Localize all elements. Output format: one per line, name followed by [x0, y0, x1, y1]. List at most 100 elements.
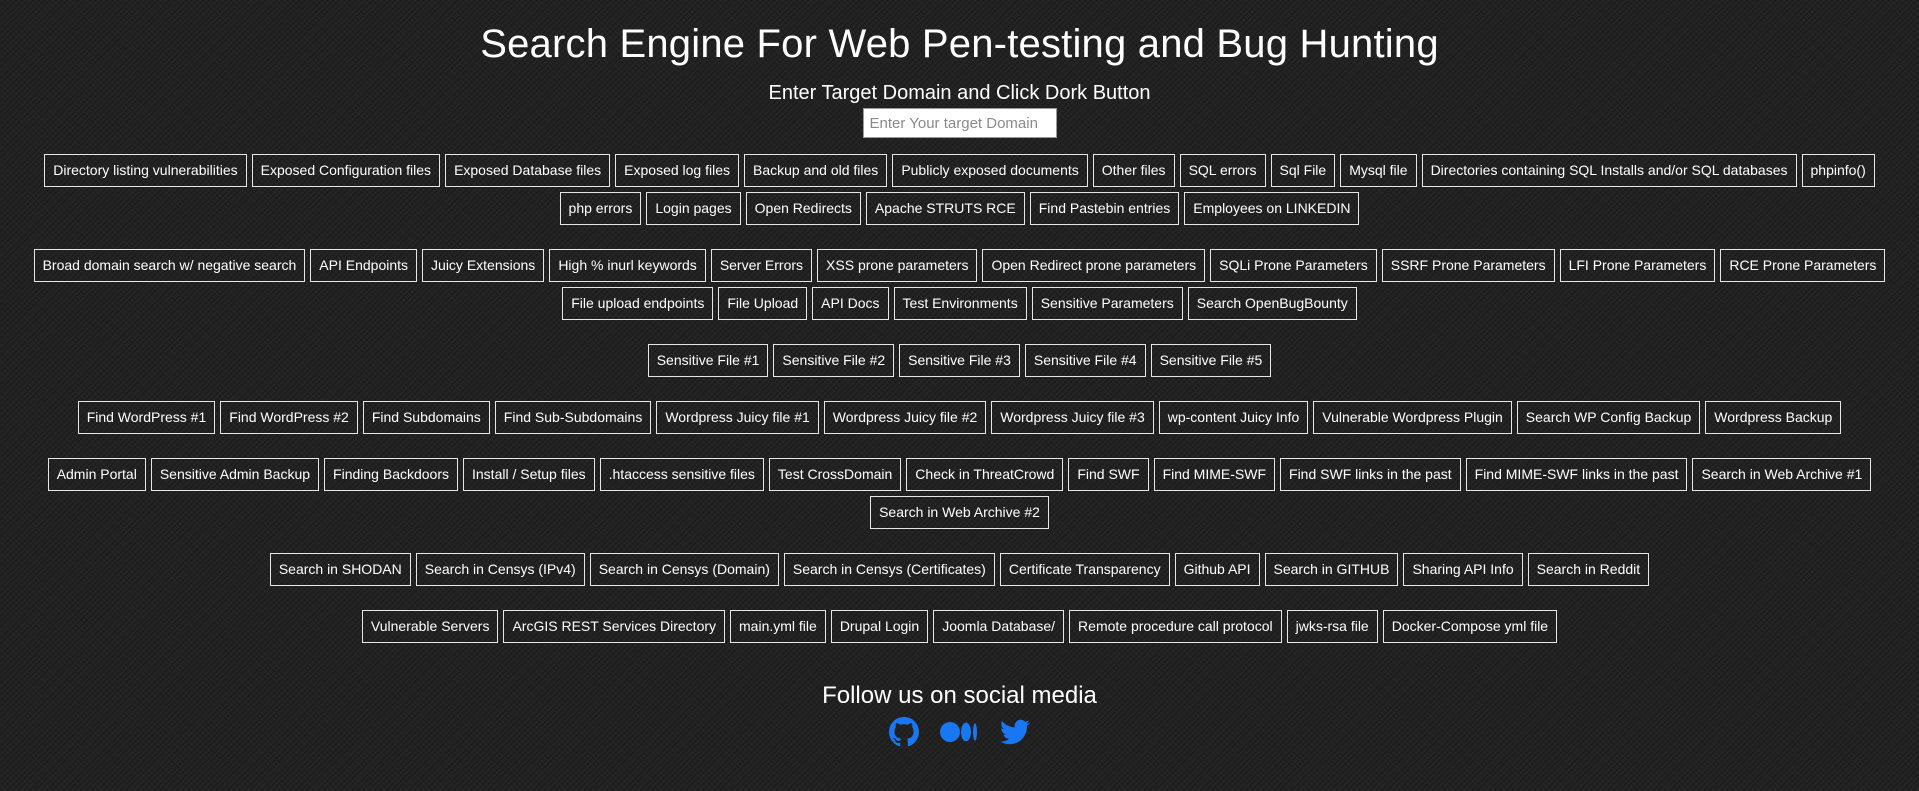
dork-button[interactable]: Sensitive File #1: [647, 344, 769, 377]
dork-button[interactable]: Wordpress Backup: [1705, 401, 1842, 434]
dork-button[interactable]: ArcGIS REST Services Directory: [503, 610, 726, 643]
dork-button[interactable]: RCE Prone Parameters: [1720, 249, 1886, 282]
dork-button[interactable]: Other files: [1092, 154, 1175, 187]
dork-button[interactable]: File Upload: [718, 287, 808, 320]
dork-button[interactable]: Exposed log files: [615, 154, 739, 187]
dork-button[interactable]: jwks-rsa file: [1286, 610, 1378, 643]
dork-button[interactable]: SSRF Prone Parameters: [1381, 249, 1555, 282]
dork-button[interactable]: Find SWF: [1068, 458, 1149, 491]
dork-button[interactable]: Search in Web Archive #2: [870, 496, 1049, 529]
twitter-icon: [999, 719, 1030, 745]
github-icon: [888, 717, 919, 747]
dork-button[interactable]: XSS prone parameters: [817, 249, 978, 282]
dork-button[interactable]: Search in Censys (IPv4): [415, 553, 585, 586]
dork-button[interactable]: Sensitive Admin Backup: [150, 458, 320, 491]
dork-button[interactable]: phpinfo(): [1801, 154, 1875, 187]
dork-button[interactable]: Search in Reddit: [1527, 553, 1650, 586]
dork-button-groups: Directory listing vulnerabilities Exposed…: [0, 154, 1919, 643]
dork-button[interactable]: Find WordPress #1: [77, 401, 216, 434]
dork-button[interactable]: Remote procedure call protocol: [1069, 610, 1282, 643]
dork-button[interactable]: Wordpress Juicy file #3: [991, 401, 1154, 434]
dork-button[interactable]: Search in Web Archive #1: [1692, 458, 1872, 491]
dork-button[interactable]: Backup and old files: [744, 154, 888, 187]
social-links: [0, 717, 1919, 747]
dork-button[interactable]: Joomla Database/: [933, 610, 1065, 643]
dork-button[interactable]: SQL errors: [1179, 154, 1266, 187]
dork-group-3: Sensitive File #1 Sensitive File #2 Sensit…: [15, 344, 1905, 377]
dork-button[interactable]: Find Subdomains: [362, 401, 490, 434]
dork-button[interactable]: Certificate Transparency: [999, 553, 1170, 586]
dork-button[interactable]: Search OpenBugBounty: [1187, 287, 1357, 320]
dork-button[interactable]: LFI Prone Parameters: [1559, 249, 1716, 282]
github-link[interactable]: [888, 717, 919, 747]
dork-button[interactable]: wp-content Juicy Info: [1158, 401, 1309, 434]
dork-button[interactable]: Exposed Database files: [445, 154, 611, 187]
dork-button[interactable]: Find Pastebin entries: [1029, 192, 1180, 225]
dork-group-2: Broad domain search w/ negative search AP…: [15, 249, 1905, 320]
dork-button[interactable]: Check in ThreatCrowd: [906, 458, 1064, 491]
dork-button[interactable]: Vulnerable Servers: [361, 610, 499, 643]
dork-button[interactable]: Finding Backdoors: [324, 458, 458, 491]
dork-button[interactable]: Find SWF links in the past: [1280, 458, 1461, 491]
dork-button[interactable]: Test CrossDomain: [768, 458, 902, 491]
twitter-link[interactable]: [999, 717, 1031, 747]
dork-button[interactable]: Broad domain search w/ negative search: [33, 249, 306, 282]
dork-button[interactable]: API Endpoints: [310, 249, 418, 282]
dork-button[interactable]: Test Environments: [893, 287, 1027, 320]
dork-button[interactable]: Server Errors: [710, 249, 813, 282]
dork-button[interactable]: API Docs: [812, 287, 889, 320]
dork-button[interactable]: Publicly exposed documents: [892, 154, 1088, 187]
dork-button[interactable]: Drupal Login: [830, 610, 929, 643]
dork-button[interactable]: High % inurl keywords: [549, 249, 706, 282]
dork-button[interactable]: php errors: [559, 192, 642, 225]
medium-link[interactable]: [939, 717, 979, 747]
dork-button[interactable]: Employees on LINKEDIN: [1184, 192, 1360, 225]
dork-group-5: Admin Portal Sensitive Admin Backup Findin…: [15, 458, 1905, 529]
dork-button[interactable]: Find MIME-SWF: [1153, 458, 1276, 491]
dork-button[interactable]: SQLi Prone Parameters: [1210, 249, 1377, 282]
dork-button[interactable]: Docker-Compose yml file: [1382, 610, 1558, 643]
dork-button[interactable]: Sensitive File #2: [773, 344, 895, 377]
dork-button[interactable]: Sensitive File #5: [1150, 344, 1272, 377]
dork-button[interactable]: Open Redirect prone parameters: [982, 249, 1206, 282]
dork-button[interactable]: Find MIME-SWF links in the past: [1465, 458, 1688, 491]
dork-button[interactable]: Sharing API Info: [1403, 553, 1523, 586]
dork-button[interactable]: Mysql file: [1340, 154, 1417, 187]
dork-button[interactable]: Search WP Config Backup: [1516, 401, 1701, 434]
dork-button[interactable]: Install / Setup files: [463, 458, 595, 491]
dork-button[interactable]: Search in Censys (Certificates): [783, 553, 995, 586]
dork-button[interactable]: Sensitive File #4: [1024, 344, 1146, 377]
dork-button[interactable]: Search in Censys (Domain): [589, 553, 779, 586]
dork-button[interactable]: .htaccess sensitive files: [599, 458, 764, 491]
dork-button[interactable]: Login pages: [646, 192, 741, 225]
dork-button[interactable]: Search in GITHUB: [1264, 553, 1399, 586]
dork-button[interactable]: Apache STRUTS RCE: [865, 192, 1025, 225]
dork-group-7: Vulnerable Servers ArcGIS REST Services D…: [15, 610, 1905, 643]
dork-button[interactable]: Sensitive File #3: [899, 344, 1020, 377]
target-domain-input[interactable]: [862, 108, 1057, 138]
dork-button[interactable]: Admin Portal: [47, 458, 146, 491]
dork-button[interactable]: Sensitive Parameters: [1031, 287, 1183, 320]
dork-button[interactable]: Directories containing SQL Installs and/…: [1421, 154, 1797, 187]
dork-button[interactable]: Sql File: [1270, 154, 1336, 187]
dork-button[interactable]: Directory listing vulnerabilities: [44, 154, 247, 187]
medium-icon: [939, 722, 977, 742]
dork-button[interactable]: Search in SHODAN: [269, 553, 411, 586]
medium-icon-large-dot: [939, 722, 960, 742]
github-icon-shape: [888, 717, 919, 747]
dork-button[interactable]: Open Redirects: [745, 192, 861, 225]
page-title: Search Engine For Web Pen-testing and Bu…: [480, 22, 1439, 66]
dork-button[interactable]: Find Sub-Subdomains: [494, 401, 652, 434]
dork-button[interactable]: Vulnerable Wordpress Plugin: [1313, 401, 1512, 434]
medium-icon-medium-dot: [960, 722, 971, 742]
dork-button[interactable]: Find WordPress #2: [220, 401, 358, 434]
dork-button[interactable]: main.yml file: [730, 610, 826, 643]
dork-button[interactable]: Exposed Configuration files: [251, 154, 441, 187]
dork-group-1: Directory listing vulnerabilities Exposed…: [15, 154, 1905, 225]
medium-icon-small-dot: [972, 723, 977, 741]
dork-button[interactable]: Wordpress Juicy file #2: [823, 401, 987, 434]
dork-button[interactable]: Github API: [1174, 553, 1260, 586]
dork-button[interactable]: Juicy Extensions: [422, 249, 545, 282]
dork-button[interactable]: File upload endpoints: [562, 287, 714, 320]
dork-button[interactable]: Wordpress Juicy file #1: [656, 401, 819, 434]
